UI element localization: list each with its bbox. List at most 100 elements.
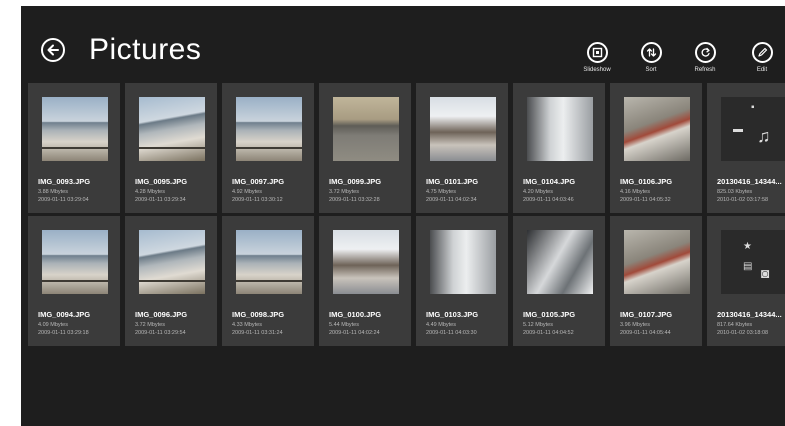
sort-button[interactable]: Sort [628,42,674,73]
file-name: 20130416_14344... [717,310,782,319]
sort-label: Sort [645,67,657,73]
star-icon: ★ [743,241,752,252]
file-size: 4.49 Mbytes [426,322,456,328]
file-date: 2009-01-11 03:29:18 [38,330,89,336]
file-name: IMG_0106.JPG [620,177,673,186]
file-name: IMG_0099.JPG [329,177,382,186]
file-size: 5.12 Mbytes [523,322,553,328]
file-name: 20130416_14344... [717,177,782,186]
file-name: IMG_0107.JPG [620,310,673,319]
slideshow-icon [592,47,602,58]
file-name: IMG_0097.JPG [232,177,285,186]
music-icon: ♫ [757,126,771,146]
file-size: 825.03 Kbytes [717,189,753,195]
file-size: 4.09 Mbytes [38,322,68,328]
thumbnail [430,230,496,294]
file-size: 3.96 Mbytes [620,322,650,328]
file-size: 4.92 Mbytes [232,189,262,195]
file-date: 2009-01-11 04:03:46 [523,197,574,203]
edit-icon [757,47,767,57]
thumbnail [527,97,593,161]
thumbnail [624,230,690,294]
thumbnail [527,230,593,294]
file-size: 3.72 Mbytes [135,322,165,328]
thumbnail [624,97,690,161]
picture-tile[interactable]: IMG_0093.JPG 3.88 Mbytes 2009-01-11 03:2… [28,83,120,213]
slideshow-button[interactable]: Slideshow [574,42,620,73]
picture-tile[interactable]: IMG_0094.JPG 4.09 Mbytes 2009-01-11 03:2… [28,216,120,346]
file-size: 3.88 Mbytes [38,189,68,195]
pictures-app: Pictures Slideshow Sort Refresh Edit IMG… [21,6,785,426]
file-name: IMG_0098.JPG [232,310,285,319]
picture-tile[interactable]: IMG_0101.JPG 4.75 Mbytes 2009-01-11 04:0… [416,83,508,213]
picture-tile[interactable]: IMG_0107.JPG 3.96 Mbytes 2009-01-11 04:0… [610,216,702,346]
sort-icon [646,48,656,57]
refresh-button[interactable]: Refresh [682,42,728,73]
file-size: 4.28 Mbytes [135,189,165,195]
thumbnail [236,230,302,294]
picture-tile[interactable]: IMG_0099.JPG 3.72 Mbytes 2009-01-11 03:3… [319,83,411,213]
page-title: Pictures [89,33,202,66]
thumbnail [333,230,399,294]
thumbnail: ▪ ▬ ♫ [721,97,785,161]
refresh-label: Refresh [694,67,716,73]
back-arrow-icon [47,44,59,56]
picture-tile[interactable]: IMG_0106.JPG 4.16 Mbytes 2009-01-11 04:0… [610,83,702,213]
thumbnail [139,97,205,161]
file-size: 4.75 Mbytes [426,189,456,195]
picture-tile[interactable]: IMG_0104.JPG 4.20 Mbytes 2009-01-11 04:0… [513,83,605,213]
file-size: 3.72 Mbytes [329,189,359,195]
file-date: 2009-01-11 03:30:12 [232,197,283,203]
thumbnail [42,230,108,294]
file-name: IMG_0095.JPG [135,177,188,186]
thumbnail [333,97,399,161]
file-name: IMG_0101.JPG [426,177,479,186]
edit-label: Edit [756,67,768,73]
edit-button[interactable]: Edit [739,42,785,73]
file-name: IMG_0105.JPG [523,310,576,319]
file-name: IMG_0103.JPG [426,310,479,319]
camera-icon: ◙ [761,265,770,281]
file-date: 2010-01-02 03:18:08 [717,330,769,336]
picture-tile[interactable]: IMG_0100.JPG 5.44 Mbytes 2009-01-11 04:0… [319,216,411,346]
file-size: 817.64 Kbytes [717,322,753,328]
file-date: 2009-01-11 03:29:04 [38,197,89,203]
file-size: 4.33 Mbytes [232,322,262,328]
picture-tile[interactable]: IMG_0098.JPG 4.33 Mbytes 2009-01-11 03:3… [222,216,314,346]
file-name: IMG_0104.JPG [523,177,576,186]
thumbnail [236,97,302,161]
document-icon: ▤ [743,261,753,272]
file-date: 2009-01-11 03:32:28 [329,197,380,203]
file-date: 2009-01-11 03:29:54 [135,330,186,336]
thumbnail [430,97,496,161]
picture-tile[interactable]: IMG_0097.JPG 4.92 Mbytes 2009-01-11 03:3… [222,83,314,213]
file-date: 2009-01-11 03:29:34 [135,197,186,203]
file-size: 4.20 Mbytes [523,189,553,195]
file-date: 2009-01-11 04:04:52 [523,330,574,336]
refresh-icon [701,47,710,57]
file-date: 2009-01-11 04:02:34 [426,197,477,203]
picture-tile[interactable]: ★ ▤ ◙ 20130416_14344... 817.64 Kbytes 20… [707,216,785,346]
back-button[interactable] [41,38,65,62]
picture-tile[interactable]: IMG_0103.JPG 4.49 Mbytes 2009-01-11 04:0… [416,216,508,346]
file-name: IMG_0094.JPG [38,310,91,319]
file-date: 2009-01-11 04:05:32 [620,197,671,203]
file-date: 2009-01-11 03:31:24 [232,330,283,336]
file-name: IMG_0096.JPG [135,310,188,319]
file-date: 2009-01-11 04:02:24 [329,330,380,336]
file-size: 5.44 Mbytes [329,322,359,328]
file-icon: ▪ [751,102,755,113]
thumbnail: ★ ▤ ◙ [721,230,785,294]
picture-tile[interactable]: ▪ ▬ ♫ 20130416_14344... 825.03 Kbytes 20… [707,83,785,213]
file-date: 2010-01-02 03:17:58 [717,197,769,203]
picture-tile[interactable]: IMG_0105.JPG 5.12 Mbytes 2009-01-11 04:0… [513,216,605,346]
thumbnail [42,97,108,161]
video-icon: ▬ [733,124,743,135]
file-name: IMG_0100.JPG [329,310,382,319]
file-size: 4.16 Mbytes [620,189,650,195]
file-date: 2009-01-11 04:03:30 [426,330,477,336]
picture-tile[interactable]: IMG_0095.JPG 4.28 Mbytes 2009-01-11 03:2… [125,83,217,213]
thumbnail [139,230,205,294]
picture-tile[interactable]: IMG_0096.JPG 3.72 Mbytes 2009-01-11 03:2… [125,216,217,346]
file-name: IMG_0093.JPG [38,177,91,186]
